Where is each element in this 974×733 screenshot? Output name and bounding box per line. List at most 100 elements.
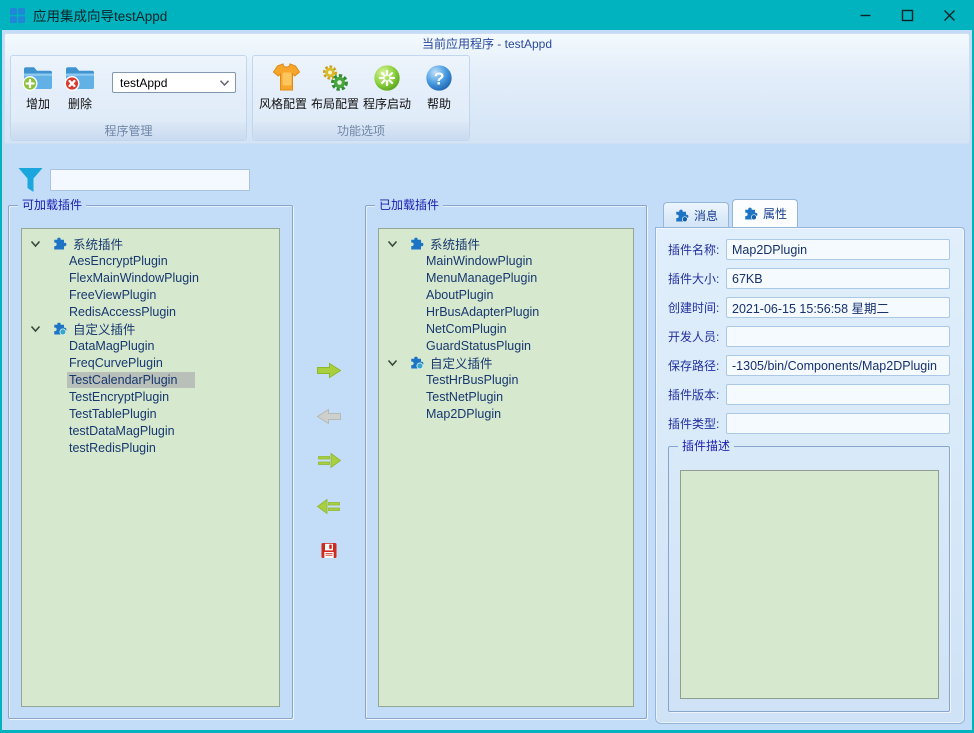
toolbar-group-buttons: 风格配置布局配置程序启动? 帮助: [253, 56, 469, 122]
tree-item[interactable]: TestCalendarPlugin: [22, 371, 279, 388]
properties-tabpage: 插件名称:Map2DPlugin插件大小:67KB创建时间:2021-06-15…: [655, 227, 965, 724]
custom-plugin-icon: [52, 321, 67, 336]
tree-item[interactable]: TestEncryptPlugin: [22, 388, 279, 405]
tree-item[interactable]: TestTablePlugin: [22, 405, 279, 422]
property-value-field[interactable]: [726, 326, 950, 347]
tree-item[interactable]: NetComPlugin: [379, 320, 633, 337]
tree-item-label: TestTablePlugin: [67, 406, 159, 422]
property-label: 插件类型:: [668, 415, 726, 432]
move-right-button[interactable]: [316, 362, 343, 379]
button-label: 帮助: [427, 95, 451, 112]
tree-item[interactable]: MainWindowPlugin: [379, 252, 633, 269]
titlebar: 应用集成向导testAppd: [0, 0, 974, 30]
delete-button[interactable]: 删除: [59, 59, 101, 122]
chevron-down-icon[interactable]: [30, 240, 41, 248]
ribbon: 当前应用程序 - testAppd 增加删除testAppd程序管理风格配置布局…: [4, 33, 970, 144]
maximize-button[interactable]: [886, 1, 928, 29]
property-value-field[interactable]: [726, 384, 950, 405]
tree-item[interactable]: FreqCurvePlugin: [22, 354, 279, 371]
plugin-info-panel: 消息属性 插件名称:Map2DPlugin插件大小:67KB创建时间:2021-…: [655, 199, 965, 724]
tree-item[interactable]: AesEncryptPlugin: [22, 252, 279, 269]
plugin-description-groupbox: 插件描述: [668, 446, 950, 712]
tree-item-label: TestCalendarPlugin: [67, 372, 195, 388]
tree-item[interactable]: RedisAccessPlugin: [22, 303, 279, 320]
move-all-left-button[interactable]: [317, 498, 342, 515]
chevron-down-icon[interactable]: [30, 325, 41, 333]
tab-messages[interactable]: 消息: [663, 202, 729, 227]
tree-item-label: TestHrBusPlugin: [424, 372, 520, 388]
tree-item[interactable]: TestNetPlugin: [379, 388, 633, 405]
toolbar-group-buttons: 增加 删除 testAppd: [11, 56, 246, 122]
tree-item[interactable]: testRedisPlugin: [22, 439, 279, 456]
available-plugins-groupbox: 可加载插件 系统插件AesEncryptPluginFlexMainWindow…: [8, 205, 293, 719]
tree-item[interactable]: TestHrBusPlugin: [379, 371, 633, 388]
tree-item[interactable]: DataMagPlugin: [22, 337, 279, 354]
property-value-field[interactable]: -1305/bin/Components/Map2DPlugin: [726, 355, 950, 376]
minimize-button[interactable]: [844, 1, 886, 29]
tree-item-label: HrBusAdapterPlugin: [424, 304, 541, 320]
tree-item[interactable]: GuardStatusPlugin: [379, 337, 633, 354]
app-select[interactable]: testAppd: [112, 72, 236, 93]
tree-item[interactable]: HrBusAdapterPlugin: [379, 303, 633, 320]
tree-item[interactable]: testDataMagPlugin: [22, 422, 279, 439]
help-button[interactable]: ? 帮助: [413, 59, 465, 122]
tab-properties[interactable]: 属性: [732, 199, 798, 227]
tree-group[interactable]: 系统插件: [379, 235, 633, 252]
tree-group-label: 系统插件: [73, 234, 123, 253]
tree-group-label: 自定义插件: [430, 353, 493, 372]
filter-icon: [17, 166, 44, 199]
tree-group[interactable]: 自定义插件: [379, 354, 633, 371]
tree-item[interactable]: FreeViewPlugin: [22, 286, 279, 303]
window-controls: [844, 1, 970, 29]
loaded-plugins-tree: 系统插件MainWindowPluginMenuManagePluginAbou…: [378, 228, 634, 707]
button-label: 增加: [26, 95, 50, 112]
svg-text:?: ?: [434, 68, 445, 88]
tree-item-label: FreqCurvePlugin: [67, 355, 165, 371]
tree-item-label: MenuManagePlugin: [424, 270, 539, 286]
main-area: 可加载插件 系统插件AesEncryptPluginFlexMainWindow…: [2, 147, 972, 730]
chevron-down-icon[interactable]: [387, 359, 398, 367]
help-icon: ?: [424, 60, 454, 95]
add-button[interactable]: 增加: [17, 59, 59, 122]
tree-group[interactable]: 自定义插件: [22, 320, 279, 337]
app-launch-button[interactable]: 程序启动: [361, 59, 413, 122]
tree-item[interactable]: AboutPlugin: [379, 286, 633, 303]
property-label: 插件大小:: [668, 270, 726, 287]
toolbar-group-label: 程序管理: [11, 122, 246, 140]
transfer-buttons: [293, 205, 365, 719]
toolbar-group: 风格配置布局配置程序启动?帮助功能选项: [252, 55, 470, 141]
property-value-field[interactable]: Map2DPlugin: [726, 239, 950, 260]
tab-puzzle-icon: [743, 206, 758, 221]
tree-item-label: MainWindowPlugin: [424, 253, 534, 269]
system-plugin-icon: [52, 236, 67, 251]
property-value-field[interactable]: 2021-06-15 15:56:58 星期二: [726, 297, 950, 318]
style-config-button[interactable]: 风格配置: [257, 59, 309, 122]
tree-item[interactable]: Map2DPlugin: [379, 405, 633, 422]
property-value-field[interactable]: [726, 413, 950, 434]
button-label: 布局配置: [311, 95, 359, 112]
close-button[interactable]: [928, 1, 970, 29]
property-row: 创建时间:2021-06-15 15:56:58 星期二: [668, 297, 950, 318]
layout-config-button[interactable]: 布局配置: [309, 59, 361, 122]
tab-label: 消息: [694, 207, 718, 224]
shirt-icon: [266, 60, 300, 95]
save-button[interactable]: [321, 542, 338, 559]
tree-item[interactable]: FlexMainWindowPlugin: [22, 269, 279, 286]
tree-item-label: testDataMagPlugin: [67, 423, 177, 439]
plugin-description-textarea[interactable]: [680, 470, 939, 699]
button-label: 程序启动: [363, 95, 411, 112]
tree-item-label: DataMagPlugin: [67, 338, 156, 354]
property-value-field[interactable]: 67KB: [726, 268, 950, 289]
toolbar: 增加删除testAppd程序管理风格配置布局配置程序启动?帮助功能选项: [5, 55, 969, 141]
tree-group[interactable]: 系统插件: [22, 235, 279, 252]
tree-item-label: testRedisPlugin: [67, 440, 158, 456]
tree-item-label: TestEncryptPlugin: [67, 389, 171, 405]
filter-input[interactable]: [50, 169, 250, 191]
app-select-value: testAppd: [120, 76, 167, 90]
move-all-right-button[interactable]: [317, 452, 342, 469]
move-left-button[interactable]: [316, 408, 343, 425]
button-label: 删除: [68, 95, 92, 112]
property-row: 保存路径:-1305/bin/Components/Map2DPlugin: [668, 355, 950, 376]
chevron-down-icon[interactable]: [387, 240, 398, 248]
tree-item[interactable]: MenuManagePlugin: [379, 269, 633, 286]
